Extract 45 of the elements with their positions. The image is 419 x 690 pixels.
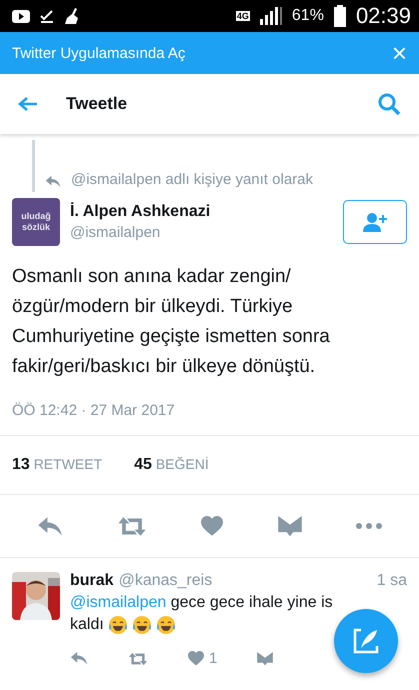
retweet-icon[interactable] [128, 652, 148, 666]
heart-icon[interactable] [188, 651, 204, 666]
video-icon [12, 10, 30, 22]
laughing-emoji-icon [156, 615, 176, 635]
retweet-icon[interactable] [117, 516, 148, 536]
heart-icon[interactable] [201, 516, 224, 536]
checkmark-icon [40, 9, 54, 23]
laughing-emoji-icon [132, 615, 152, 635]
tweet-text: Osmanlı son anına kadar zengin/özgür/modern bir ülkeydi. Türkiye Cumhuriyetine geçişte ismetten sonra fakir/geri/baskıcı bir ülkeye dönüştü. [11, 265, 331, 379]
page-title: Tweetle [66, 94, 128, 114]
avatar-text: sözlük [22, 222, 50, 233]
reply-text: kaldı [70, 615, 104, 635]
network-type: 4G [236, 11, 250, 21]
compose-icon [353, 628, 379, 654]
reply-author-handle: @kanas_reis [118, 572, 214, 590]
add-person-icon [362, 212, 388, 232]
avatar[interactable]: uludağ sözlük [12, 198, 60, 246]
laughing-emoji-icon [108, 615, 128, 635]
reply-icon[interactable] [70, 651, 88, 666]
reply-context: @ismailalpen adlı kişiye yanıt olarak [71, 171, 313, 188]
banner-text: Twitter Uygulamasında Aç [12, 44, 186, 62]
reply-author-name: burak [70, 572, 114, 590]
reply-time: 1 sa [376, 572, 407, 590]
compose-button[interactable] [334, 609, 398, 673]
stat-count[interactable]: 45 BEĞENİ [134, 456, 209, 474]
reply-text: gece gece ihale yine is [170, 594, 333, 611]
reply-icon[interactable] [45, 175, 61, 188]
signal-icon [260, 7, 282, 25]
author-name: İ. Alpen Ashkenazi [70, 203, 212, 221]
reply-icon[interactable] [37, 516, 64, 536]
battery-percent: 61% [292, 7, 324, 25]
tweet-timestamp: ÖÖ 12:42 · 27 Mar 2017 [11, 402, 176, 419]
avatar-text: uludağ [21, 211, 51, 222]
message-icon[interactable] [257, 652, 274, 666]
author-handle: @ismailalpen [70, 224, 162, 241]
search-icon[interactable] [377, 92, 401, 116]
like-count: 1 [209, 650, 218, 667]
broom-icon [64, 8, 80, 24]
battery-icon [334, 5, 346, 27]
stat-count[interactable]: 13 RETWEET [12, 456, 102, 474]
more-icon[interactable] [356, 523, 382, 529]
message-icon[interactable] [278, 516, 302, 536]
clock: 02:39 [356, 3, 411, 29]
back-arrow-icon[interactable] [18, 96, 38, 112]
follow-button[interactable] [343, 200, 407, 244]
